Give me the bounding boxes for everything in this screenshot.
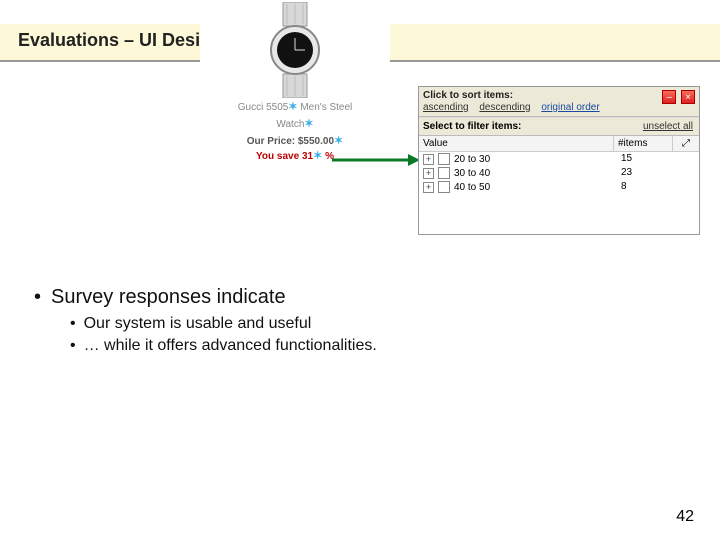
watch-image xyxy=(255,2,335,98)
product-title-line1: Gucci 5505✶ Men's Steel xyxy=(200,100,390,115)
filter-panel: Click to sort items: ascending descendin… xyxy=(418,86,700,235)
col-value[interactable]: Value xyxy=(419,136,614,151)
row-count: 8 xyxy=(621,181,695,193)
body-text: Survey responses indicate Our system is … xyxy=(34,280,690,359)
sort-original-link[interactable]: original order xyxy=(541,102,599,113)
row-count: 23 xyxy=(621,167,695,179)
row-label: 20 to 30 xyxy=(454,154,490,165)
expand-icon[interactable]: + xyxy=(423,168,434,179)
expand-columns-icon[interactable]: ⤢ xyxy=(673,136,699,151)
bullet-1: Survey responses indicate xyxy=(34,286,690,309)
bullet-1-2: … while it offers advanced functionaliti… xyxy=(70,337,690,355)
sort-header: Click to sort items: ascending descendin… xyxy=(419,87,699,117)
slide-title: Evaluations – UI Design xyxy=(18,30,222,51)
filter-rows: + 20 to 30 15 + 30 to 40 23 + 40 to 50 8 xyxy=(419,152,699,234)
product-brand: Gucci 5505 xyxy=(238,102,289,113)
star-icon: ✶ xyxy=(334,135,343,147)
price-label: Our Price: xyxy=(247,136,295,147)
row-label: 30 to 40 xyxy=(454,168,490,179)
product-desc: Men's Steel xyxy=(300,102,352,113)
page-number: 42 xyxy=(676,508,694,526)
minimize-icon[interactable]: – xyxy=(662,90,676,104)
filter-row[interactable]: + 20 to 30 15 xyxy=(419,152,699,166)
product-title-line2: Watch✶ xyxy=(200,117,390,132)
arrow-icon xyxy=(330,150,420,170)
filter-row[interactable]: + 40 to 50 8 xyxy=(419,180,699,194)
checkbox[interactable] xyxy=(438,153,450,165)
expand-icon[interactable]: + xyxy=(423,154,434,165)
checkbox[interactable] xyxy=(438,167,450,179)
product-type: Watch xyxy=(276,119,304,130)
filter-title: Select to filter items: xyxy=(423,121,521,132)
bullet-1-1: Our system is usable and useful xyxy=(70,315,690,333)
row-count: 15 xyxy=(621,153,695,165)
price-value: $550.00 xyxy=(298,136,334,147)
checkbox[interactable] xyxy=(438,181,450,193)
star-icon: ✶ xyxy=(313,150,322,162)
column-header: Value #items ⤢ xyxy=(419,136,699,152)
sort-links: ascending descending original order xyxy=(423,102,695,113)
star-icon: ✶ xyxy=(288,101,297,113)
expand-icon[interactable]: + xyxy=(423,182,434,193)
filter-row[interactable]: + 30 to 40 23 xyxy=(419,166,699,180)
price-line: Our Price: $550.00✶ xyxy=(200,134,390,149)
sort-title: Click to sort items: xyxy=(423,90,695,101)
filter-header: Select to filter items: unselect all xyxy=(419,117,699,136)
save-value: 31 xyxy=(302,151,313,162)
star-icon: ✶ xyxy=(304,118,313,130)
sort-descending-link[interactable]: descending xyxy=(479,102,530,113)
sort-ascending-link[interactable]: ascending xyxy=(423,102,469,113)
save-prefix: You save xyxy=(256,151,299,162)
col-items[interactable]: #items xyxy=(614,136,673,151)
unselect-all-link[interactable]: unselect all xyxy=(643,121,693,132)
close-icon[interactable]: × xyxy=(681,90,695,104)
panel-window-buttons: – × xyxy=(660,90,695,104)
row-label: 40 to 50 xyxy=(454,182,490,193)
